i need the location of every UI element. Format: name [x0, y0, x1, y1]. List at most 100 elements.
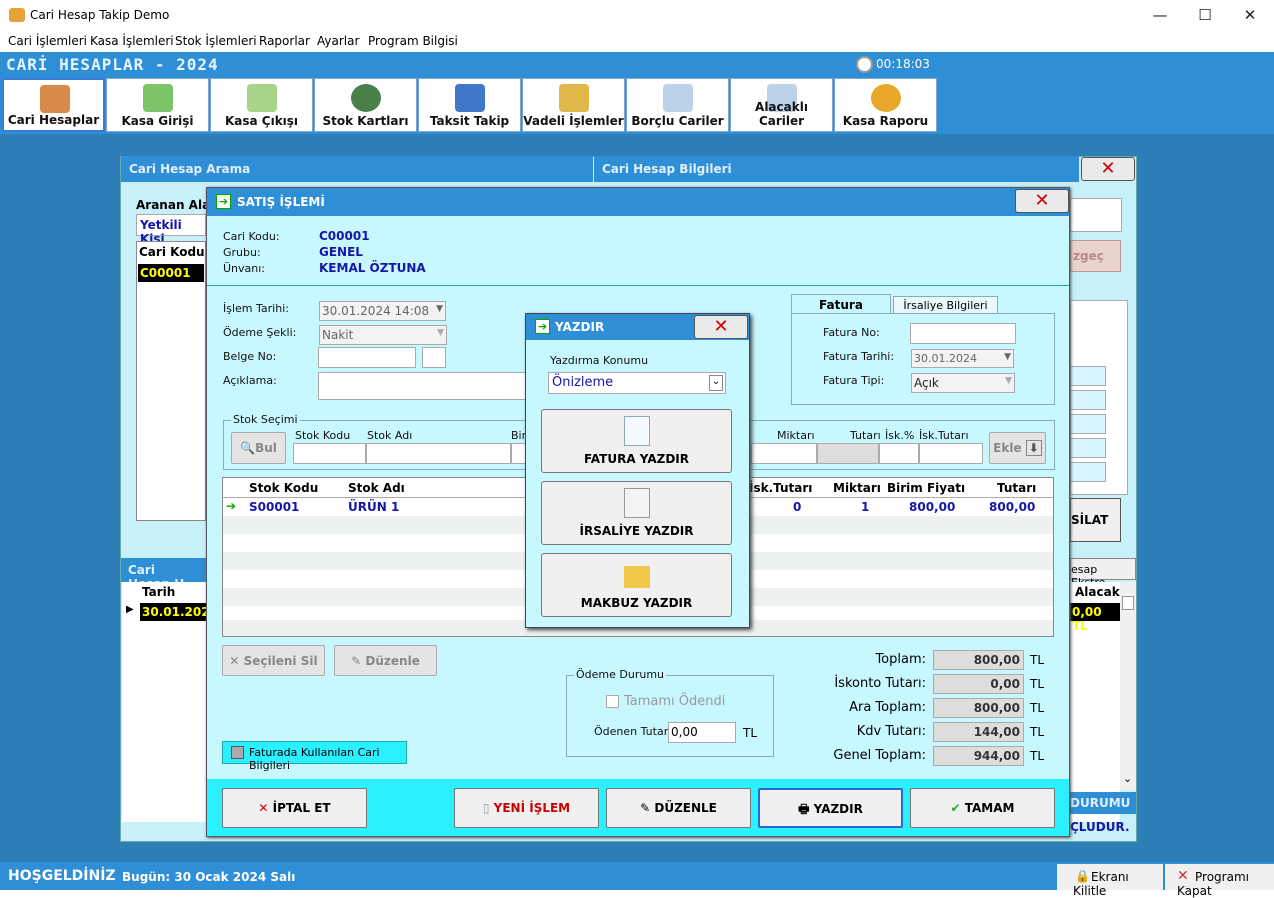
maximize-button[interactable]: ☐: [1195, 6, 1215, 24]
toolbar-kasa-raporu[interactable]: Kasa Raporu: [834, 78, 937, 132]
alacak-value[interactable]: 0,00 TL: [1070, 603, 1120, 633]
genel-toplam-label: Genel Toplam:: [833, 748, 926, 763]
stok-kodu-field[interactable]: [293, 443, 366, 464]
ekstre-button[interactable]: esap Ekstre: [1070, 558, 1136, 589]
pencil-icon: ✎: [351, 654, 366, 668]
tab-irsaliye-bilgileri[interactable]: İrsaliye Bilgileri: [893, 296, 998, 314]
info-field-1: [1070, 366, 1106, 386]
totals-panel: Toplam: 800,00 TL İskonto Tutarı: 0,00 T…: [806, 650, 1066, 770]
yazdir-button[interactable]: 🖶 YAZDIR: [758, 788, 903, 828]
binder-icon: [559, 84, 589, 112]
minimize-button[interactable]: —: [1150, 6, 1170, 24]
belge-no-field[interactable]: [318, 347, 416, 368]
toolbar-kasa-cikisi[interactable]: Kasa Çıkışı: [210, 78, 313, 132]
cari-kodu-label: Cari Kodu:: [223, 230, 280, 243]
toolbar-borclu-cariler[interactable]: Borçlu Cariler: [626, 78, 729, 132]
menu-stok-islemleri[interactable]: Stok İşlemleri: [175, 34, 257, 48]
fatura-yazdir-button[interactable]: FATURA YAZDIR: [541, 409, 732, 473]
menu-raporlar[interactable]: Raporlar: [259, 34, 310, 48]
info-field-2: [1070, 390, 1106, 410]
fatura-tarihi-field[interactable]: 30.01.2024 ▼: [911, 349, 1014, 368]
hareket-grid: Tarih ▶ 30.01.2024: [122, 582, 218, 822]
konum-label: Yazdırma Konumu: [550, 354, 649, 367]
menu-bar: Cari İşlemleri Kasa İşlemleri Stok İşlem…: [0, 32, 1274, 52]
date-text: Bugün: 30 Ocak 2024 Salı: [122, 870, 296, 884]
tamam-button[interactable]: ✔ TAMAM: [910, 788, 1055, 828]
stok-secimi-label: Stok Seçimi: [231, 413, 300, 426]
aciklama-label: Açıklama:: [223, 374, 277, 387]
unvani-value: KEMAL ÖZTUNA: [319, 261, 426, 275]
islem-tarihi-field[interactable]: 30.01.2024 14:08 ▼: [319, 301, 446, 321]
close-icon[interactable]: ✕: [694, 315, 748, 339]
close-icon[interactable]: ✕: [1015, 189, 1069, 213]
search-field[interactable]: [1070, 198, 1122, 232]
document-icon: ▯: [482, 801, 494, 815]
ekle-button[interactable]: Ekle ⬇: [989, 432, 1046, 464]
tamami-odendi-checkbox[interactable]: [606, 695, 619, 708]
check-icon: ✔: [950, 801, 965, 815]
menu-cari-islemleri[interactable]: Cari İşlemleri: [8, 34, 87, 48]
programi-kapat-button[interactable]: ✕ Programı Kapat: [1165, 864, 1274, 898]
konum-select[interactable]: Önizleme ⌄: [548, 372, 726, 394]
toolbar-cari-hesaplar[interactable]: Cari Hesaplar: [2, 78, 105, 132]
tarih-value[interactable]: 30.01.2024: [140, 603, 218, 621]
scrollbar[interactable]: ⌄: [1120, 582, 1136, 790]
tutari-field: [817, 443, 879, 464]
tahsilat-button[interactable]: SİLAT: [1070, 498, 1121, 542]
aciklama-field[interactable]: [318, 372, 528, 400]
yeni-islem-button[interactable]: ▯ YENİ İŞLEM: [454, 788, 599, 828]
col-stok-adi: Stok Adı: [348, 481, 405, 495]
odeme-sekli-select[interactable]: Nakit ▼: [319, 325, 447, 345]
col-miktari: Miktarı: [833, 481, 881, 495]
stok-kodu-label: Stok Kodu: [295, 429, 351, 442]
row-pointer-icon: ▶: [126, 604, 134, 615]
toolbar-alacakli-cariler[interactable]: Alacaklı Cariler: [730, 78, 833, 132]
miktari-field[interactable]: [751, 443, 817, 464]
odenen-tutar-label: Ödenen Tutar:: [594, 725, 672, 738]
search-icon: 🔍: [240, 441, 256, 455]
toolbar-kasa-girisi[interactable]: Kasa Girişi: [106, 78, 209, 132]
bul-button[interactable]: 🔍Bul: [231, 432, 286, 464]
irsaliye-yazdir-button[interactable]: İRSALİYE YAZDIR: [541, 481, 732, 545]
app-header: CARİ HESAPLAR - 2024 00:18:03: [0, 52, 1274, 78]
cari-row-selected[interactable]: C00001: [138, 264, 204, 282]
duzenle-row-button[interactable]: ✎ Düzenle: [334, 645, 437, 676]
faturada-kullanilan-button[interactable]: Faturada Kullanılan Cari Bilgileri: [222, 741, 407, 772]
window-titlebar: Cari Hesap Takip Demo — ☐ ✕: [0, 0, 1274, 32]
secileni-sil-button[interactable]: ✕ Seçileni Sil: [222, 645, 325, 676]
scroll-down-icon[interactable]: ⌄: [1123, 772, 1132, 785]
ekrani-kilitle-button[interactable]: 🔒 Ekranı Kilitle: [1057, 864, 1163, 898]
stok-adi-field[interactable]: [366, 443, 511, 464]
toolbar-stok-kartlari[interactable]: Stok Kartları: [314, 78, 417, 132]
belge-no-extra[interactable]: [422, 347, 446, 368]
fatura-tipi-select[interactable]: Açık ▼: [911, 373, 1015, 393]
yazdir-title: YAZDIR: [555, 320, 605, 334]
iptal-et-button[interactable]: ✕ İPTAL ET: [222, 788, 367, 828]
close-window-button[interactable]: ✕: [1240, 6, 1260, 24]
app-title: CARİ HESAPLAR - 2024: [6, 55, 219, 74]
arrow-down-icon: ⬇: [1025, 440, 1042, 456]
col-birim-fiyati: Birim Fiyatı: [887, 481, 966, 495]
tab-fatura-bilgileri[interactable]: Fatura Bilgileri: [791, 294, 891, 326]
menu-program-bilgisi[interactable]: Program Bilgisi: [368, 34, 458, 48]
odenen-tutar-field[interactable]: 0,00: [668, 722, 736, 743]
close-icon[interactable]: ✕: [1081, 157, 1135, 181]
fatura-tipi-label: Fatura Tipi:: [823, 374, 885, 387]
yetkili-select[interactable]: Yetkili Kişi: [136, 214, 206, 246]
close-icon: ✕: [1177, 868, 1189, 884]
duzenle-button[interactable]: ✎ DÜZENLE: [606, 788, 751, 828]
makbuz-yazdir-button[interactable]: MAKBUZ YAZDIR: [541, 553, 732, 617]
menu-ayarlar[interactable]: Ayarlar: [317, 34, 359, 48]
cancel-icon: ✕: [258, 801, 273, 815]
isk-field[interactable]: [879, 443, 919, 464]
toolbar-vadeli-islemler[interactable]: Vadeli İşlemler: [522, 78, 625, 132]
cari-kodu-value: C00001: [319, 229, 370, 243]
tamami-odendi-label: Tamamı Ödendi: [624, 694, 726, 709]
panel-title-arama: Cari Hesap Arama: [121, 156, 593, 182]
vazgec-button[interactable]: zgeç: [1070, 240, 1121, 272]
fatura-no-field[interactable]: [910, 323, 1016, 344]
toolbar-taksit-takip[interactable]: Taksit Takip: [418, 78, 521, 132]
menu-kasa-islemleri[interactable]: Kasa İşlemleri: [90, 34, 174, 48]
card-icon: [231, 746, 244, 759]
isk-tutari-field[interactable]: [919, 443, 983, 464]
